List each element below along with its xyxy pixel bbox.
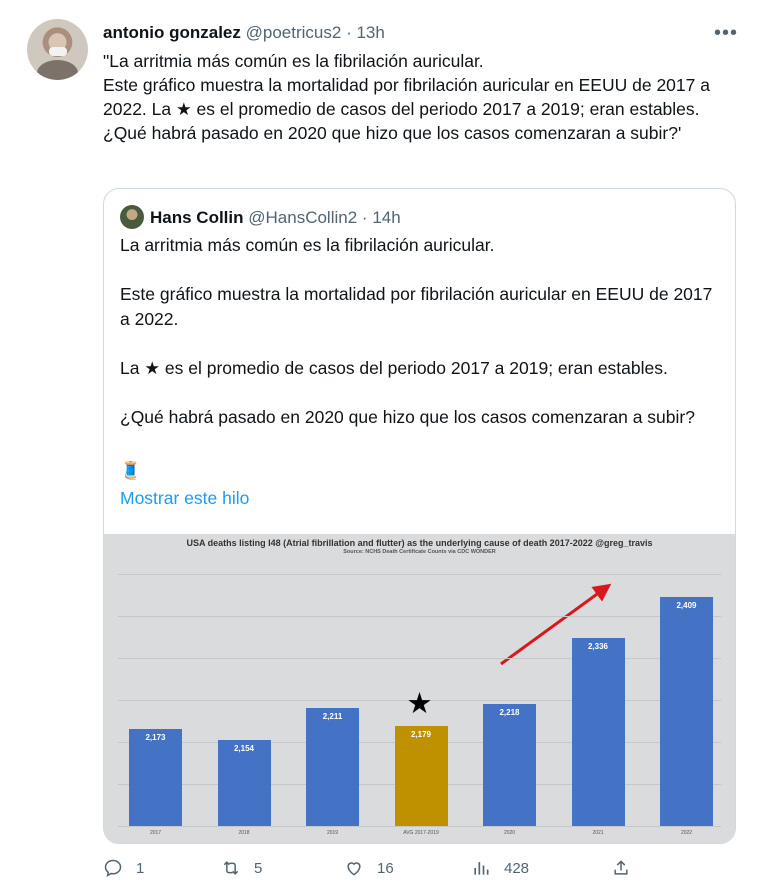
tweet-header: antonio gonzalez @poetricus2 · 13h <box>103 23 385 43</box>
chart-bar: 2,409 <box>660 596 713 826</box>
more-options-icon[interactable]: ••• <box>714 22 738 45</box>
star-marker: ★ <box>406 687 433 720</box>
bar-chart-image[interactable]: USA deaths listing I48 (Atrial fibrillat… <box>104 534 735 843</box>
chart-bar: 2,173 <box>129 729 182 826</box>
tweet-text: "La arritmia más común es la fibrilación… <box>103 51 710 143</box>
action-bar: 1 5 16 428 <box>103 858 743 884</box>
views-button[interactable]: 428 <box>471 858 529 878</box>
views-chart-icon <box>474 862 489 875</box>
author-handle[interactable]: @poetricus2 <box>246 23 342 42</box>
like-count: 16 <box>377 859 394 877</box>
x-tick-label: 2018 <box>238 830 250 836</box>
chart-gridline <box>118 826 721 827</box>
bar-value-label: 2,218 <box>499 707 520 717</box>
chart-gridline <box>118 658 721 659</box>
bar-value-label: 2,409 <box>676 600 697 610</box>
reply-count: 1 <box>136 859 145 877</box>
retweet-button[interactable]: 5 <box>221 858 262 878</box>
quote-author-handle[interactable]: @HansCollin2 <box>248 208 357 227</box>
retweet-count: 5 <box>254 859 263 877</box>
like-button[interactable]: 16 <box>344 858 394 878</box>
x-tick-label: 2019 <box>326 830 339 836</box>
show-thread-link[interactable]: Mostrar este hilo <box>120 488 249 509</box>
avatar-mask <box>49 47 67 56</box>
x-tick-label: AVG 2017-2019 <box>403 830 439 836</box>
dot-separator: · <box>346 23 352 42</box>
quote-author-avatar[interactable] <box>120 205 144 229</box>
quoted-tweet[interactable]: Hans Collin @HansCollin2 · 14h La arritm… <box>103 188 736 844</box>
chart-bar: 2,336 <box>571 637 625 826</box>
x-tick-label: 2017 <box>149 830 162 836</box>
quote-author-name[interactable]: Hans Collin <box>150 208 244 227</box>
x-tick-label: 2022 <box>680 830 693 836</box>
x-tick-label: 2020 <box>503 830 516 836</box>
heart-icon <box>347 862 361 876</box>
author-avatar[interactable] <box>27 19 88 80</box>
quote-time[interactable]: 14h <box>372 208 400 227</box>
bar-value-label: 2,173 <box>145 733 166 743</box>
chart-gridline <box>118 616 721 617</box>
quote-text: La arritmia más común es la fibrilación … <box>120 235 713 427</box>
quote-header: Hans Collin @HansCollin2 · 14h <box>120 205 401 229</box>
reply-icon <box>104 859 122 877</box>
chart-gridline <box>118 574 721 575</box>
reply-button[interactable]: 1 <box>103 858 144 878</box>
retweet-icon <box>223 861 239 875</box>
tweet-time[interactable]: 13h <box>356 23 384 42</box>
bar-value-label: 2,336 <box>587 641 609 651</box>
x-tick-label: 2021 <box>592 830 604 836</box>
share-button[interactable] <box>611 858 631 878</box>
bar-value-label: 2,154 <box>233 743 255 753</box>
avatar-shirt <box>37 60 78 80</box>
chart-bar: 2,218 <box>483 703 536 826</box>
chart-bar: 2,154 <box>217 739 271 826</box>
author-name[interactable]: antonio gonzalez <box>103 23 241 42</box>
thread-spool-icon: 🧵 <box>120 461 142 480</box>
chart-bar: 2,179 <box>394 725 448 826</box>
dot-separator: · <box>361 208 368 227</box>
bar-value-label: 2,179 <box>410 729 432 739</box>
view-count: 428 <box>504 859 530 877</box>
bar-value-label: 2,211 <box>322 711 343 721</box>
chart-bar: 2,211 <box>306 707 359 826</box>
share-icon <box>614 860 628 875</box>
